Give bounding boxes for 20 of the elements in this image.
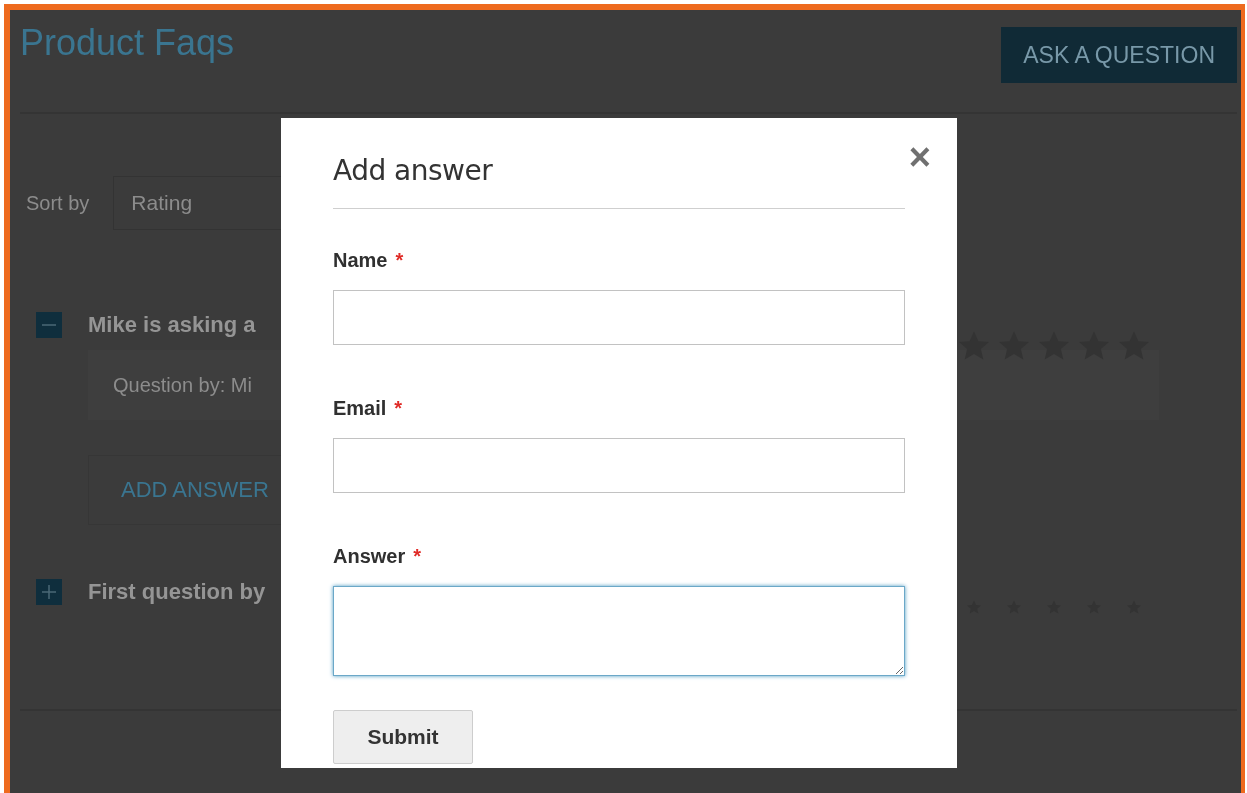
required-mark: * [395, 249, 404, 272]
question-author: Question by: Mi [113, 373, 252, 397]
ask-question-button[interactable]: ASK A QUESTION [1001, 27, 1237, 83]
required-mark: * [413, 545, 422, 568]
field-label: Name [333, 249, 388, 272]
field-label: Email [333, 397, 387, 420]
submit-button[interactable]: Submit [333, 710, 473, 764]
question-title[interactable]: First question by [88, 579, 266, 605]
text-area[interactable] [333, 586, 905, 676]
field-label: Answer [333, 545, 406, 568]
question-title[interactable]: Mike is asking a [88, 312, 256, 338]
dialog-title: Add answer [333, 154, 493, 187]
close-button[interactable]: × [908, 138, 931, 174]
expand-icon[interactable] [36, 579, 62, 605]
input-field[interactable] [333, 290, 905, 345]
collapse-icon[interactable] [36, 312, 62, 338]
page-title: Product Faqs [20, 22, 235, 64]
required-mark: * [394, 397, 403, 420]
input-field[interactable] [333, 438, 905, 493]
sort-label: Sort by [26, 191, 90, 215]
